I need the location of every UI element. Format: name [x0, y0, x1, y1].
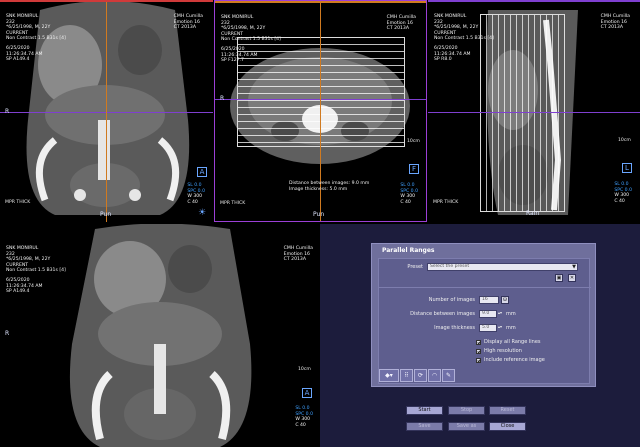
preset-label: Preset: [407, 264, 423, 270]
viewport-axial[interactable]: SNK MONIRUL 232 *6/25/1998, M, 22Y CURRE…: [214, 0, 427, 222]
axial-orientation-bottom: Pun: [313, 211, 325, 218]
save-button[interactable]: Save: [406, 422, 443, 431]
sagittal-institution-info: CMH Cumilla Emotion 16 CT 2013A: [600, 14, 630, 31]
number-of-images-label: Number of images: [428, 297, 475, 303]
dialog-title: Parallel Ranges: [382, 247, 435, 254]
coronal-reference-scale: 10cm: [298, 367, 311, 372]
save-preset-icon[interactable]: ▣: [555, 274, 563, 282]
coronal-reference-patient-info: SNK MONIRUL 232 *6/25/1998, M, 22Y CURRE…: [6, 246, 66, 295]
dialog-body: Preset Select the preset ▼ ▣ ✕ Number of…: [378, 258, 591, 384]
preset-select[interactable]: Select the preset ▼: [427, 263, 578, 271]
coronal-top-border: [0, 0, 213, 2]
axial-institution-info: CMH Cumilla Emotion 16 CT 2013A: [386, 15, 416, 32]
include-reference-image-label: Include reference image: [484, 357, 545, 363]
save-as-button[interactable]: Save as: [448, 422, 485, 431]
start-button[interactable]: Start: [406, 406, 443, 415]
viewport-coronal-reference[interactable]: SNK MONIRUL 232 *6/25/1998, M, 22Y CURRE…: [0, 224, 319, 447]
sun-icon[interactable]: ☀: [198, 208, 206, 218]
display-all-range-lines-label: Display all Range lines: [484, 339, 541, 345]
viewport-coronal[interactable]: SNK MONIRUL 232 *6/25/1998, M, 22Y CURRE…: [0, 0, 213, 222]
range-curve-icon[interactable]: ◠: [428, 369, 441, 382]
coronal-reference-institution-info: CMH Cumilla Emotion 16 CT 2013A: [283, 246, 313, 263]
axial-window-info: SL 0.0 SPC 0.0 W 300 C 40: [400, 183, 418, 205]
sagittal-view-badge[interactable]: L: [622, 163, 632, 173]
axial-mpr-thick: MPR THICK: [220, 201, 246, 206]
dialog-divider: [379, 287, 591, 288]
range-count-icon[interactable]: ⠿: [400, 369, 413, 382]
display-all-range-lines-checkbox[interactable]: [476, 340, 481, 345]
reset-button[interactable]: Reset: [489, 406, 526, 415]
axial-orientation-left: R: [220, 95, 225, 102]
thickness-spinner-icon[interactable]: ▴▾: [498, 324, 502, 329]
axial-range-info: Distance between images: 9.0 mm Image th…: [289, 181, 370, 192]
range-edit-icon[interactable]: ✎: [442, 369, 455, 382]
distance-spinner-icon[interactable]: ▴▾: [498, 310, 502, 315]
axial-top-border: [215, 1, 426, 3]
preset-select-value: Select the preset: [430, 264, 470, 269]
image-thickness-input[interactable]: 5.0: [479, 324, 497, 332]
axial-patient-info: SNK MONIRUL 232 *6/25/1998, M, 22Y CURRE…: [221, 15, 281, 64]
viewport-sagittal[interactable]: SNK MONIRUL 232 *6/25/1998, M, 22Y CURRE…: [428, 0, 640, 222]
axial-scale: 10cm: [407, 139, 420, 144]
high-resolution-label: High resolution: [484, 348, 522, 354]
high-resolution-checkbox[interactable]: [476, 349, 481, 354]
distance-between-images-label: Distance between images: [410, 311, 475, 317]
range-rotate-icon[interactable]: ⟳: [414, 369, 427, 382]
coronal-patient-info: SNK MONIRUL 232 *6/25/1998, M, 22Y CURRE…: [6, 14, 66, 63]
coronal-orientation-bottom: Pun: [100, 211, 112, 218]
range-shape-icon[interactable]: ◆▾: [379, 369, 399, 382]
sagittal-patient-info: SNK MONIRUL 232 *6/25/1998, M, 22Y CURRE…: [434, 14, 494, 63]
axial-view-badge[interactable]: F: [409, 164, 419, 174]
sagittal-crosshair-horizontal[interactable]: [428, 112, 640, 113]
coronal-reference-view-badge[interactable]: A: [302, 388, 312, 398]
coronal-view-badge[interactable]: A: [197, 167, 207, 177]
chevron-down-icon: ▼: [572, 264, 576, 270]
lock-icon[interactable]: ⛁: [501, 296, 509, 304]
include-reference-image-checkbox[interactable]: [476, 358, 481, 363]
number-of-images-input[interactable]: 16: [479, 296, 499, 304]
sagittal-window-info: SL 0.0 SPC 0.0 W 300 C 40: [614, 182, 632, 204]
sagittal-top-border: [428, 0, 640, 2]
close-button[interactable]: Close: [489, 422, 526, 431]
sagittal-mpr-thick: MPR THICK: [433, 200, 459, 205]
parallel-ranges-dialog: Parallel Ranges Preset Select the preset…: [371, 243, 596, 387]
coronal-reference-window-info: SL 0.0 SPC 0.0 W 300 C 40: [295, 406, 313, 428]
delete-preset-icon[interactable]: ✕: [568, 274, 576, 282]
distance-between-images-input[interactable]: 9.0: [479, 310, 497, 318]
coronal-institution-info: CMH Cumilla Emotion 16 CT 2013A: [173, 14, 203, 31]
sagittal-orientation-bottom: Rain: [526, 210, 540, 217]
coronal-reference-orientation-left: R: [5, 330, 10, 337]
sagittal-scale: 10cm: [618, 138, 631, 143]
image-thickness-label: Image thickness: [434, 325, 475, 331]
coronal-orientation-left: R: [5, 108, 10, 115]
coronal-mpr-thick: MPR THICK: [5, 200, 31, 205]
coronal-window-info: SL 0.0 SPC 0.0 W 300 C 40: [187, 183, 205, 205]
distance-unit: mm: [506, 311, 516, 317]
coronal-crosshair-vertical[interactable]: [106, 0, 107, 222]
stop-button[interactable]: Stop: [448, 406, 485, 415]
thickness-unit: mm: [506, 325, 516, 331]
